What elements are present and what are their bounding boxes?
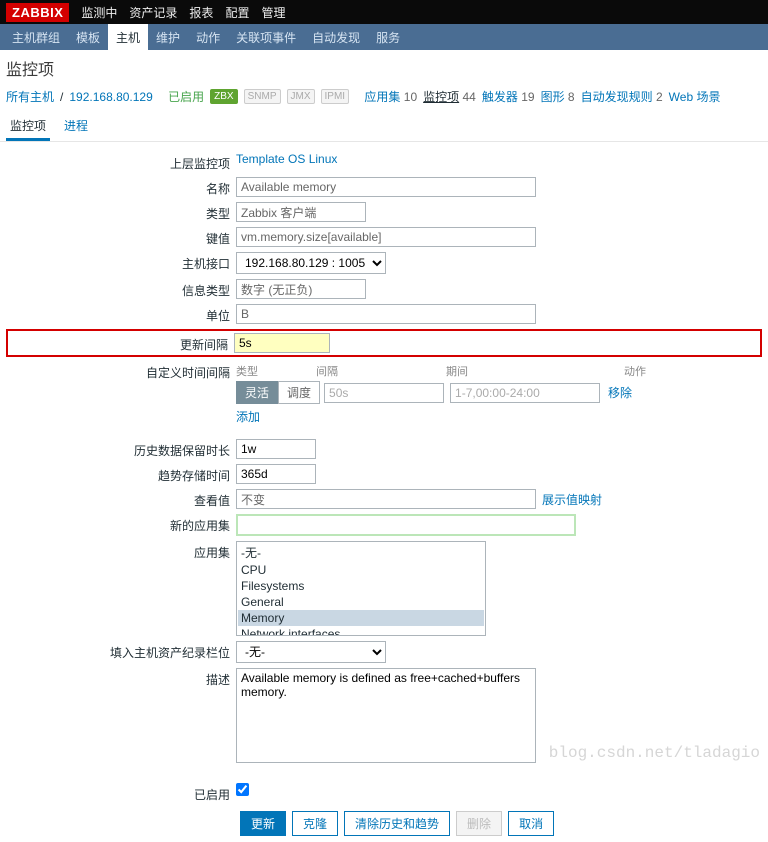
interval-input[interactable]: [234, 333, 330, 353]
list-item[interactable]: Network interfaces: [238, 626, 484, 636]
topmenu-item[interactable]: 配置: [225, 4, 249, 21]
new-application-input[interactable]: [236, 514, 576, 536]
update-button[interactable]: 更新: [240, 811, 286, 836]
clone-button[interactable]: 克隆: [292, 811, 338, 836]
link-discovery-rules[interactable]: 自动发现规则: [581, 90, 653, 104]
delete-button: 删除: [456, 811, 502, 836]
label-type: 类型: [6, 202, 236, 222]
update-interval-highlight: 更新间隔: [6, 329, 762, 357]
nav-maintenance[interactable]: 维护: [148, 24, 188, 51]
breadcrumb-all-hosts[interactable]: 所有主机: [6, 88, 54, 105]
topmenu-item[interactable]: 资产记录: [129, 4, 177, 21]
label-description: 描述: [6, 668, 236, 688]
list-item[interactable]: Memory: [238, 610, 484, 626]
history-input[interactable]: [236, 439, 316, 459]
breadcrumb: 所有主机 / 192.168.80.129 已启用 ZBXSNMPJMXIPMI…: [0, 82, 768, 111]
label-enabled: 已启用: [6, 783, 236, 803]
key-input[interactable]: [236, 227, 536, 247]
interface-select[interactable]: 192.168.80.129 : 10050: [236, 252, 386, 274]
nav-templates[interactable]: 模板: [68, 24, 108, 51]
page-title: 监控项: [0, 50, 768, 82]
nav-hosts[interactable]: 主机: [108, 24, 148, 51]
trend-input[interactable]: [236, 464, 316, 484]
list-item[interactable]: CPU: [238, 562, 484, 578]
enabled-checkbox[interactable]: [236, 783, 249, 796]
clear-history-button[interactable]: 清除历史和趋势: [344, 811, 450, 836]
topmenu-item[interactable]: 监测中: [81, 4, 117, 21]
label-interface: 主机接口: [6, 252, 236, 272]
list-item[interactable]: -无-: [238, 543, 484, 562]
topmenu-item[interactable]: 管理: [261, 4, 285, 21]
topmenu-item[interactable]: 报表: [189, 4, 213, 21]
value-mapping-link[interactable]: 展示值映射: [542, 491, 602, 508]
label-parent: 上层监控项: [6, 152, 236, 172]
list-item[interactable]: Filesystems: [238, 578, 484, 594]
cancel-button[interactable]: 取消: [508, 811, 554, 836]
label-inventory: 填入主机资产纪录栏位: [6, 641, 236, 661]
label-trend: 趋势存储时间: [6, 464, 236, 484]
label-infotype: 信息类型: [6, 279, 236, 299]
tab-item[interactable]: 监控项: [6, 111, 50, 141]
badge-snmp: SNMP: [244, 89, 281, 104]
breadcrumb-host[interactable]: 192.168.80.129: [69, 90, 152, 104]
badge-ipmi: IPMI: [321, 89, 350, 104]
link-web[interactable]: Web 场景: [669, 90, 721, 104]
infotype-select[interactable]: [236, 279, 366, 299]
parent-template-link[interactable]: Template OS Linux: [236, 152, 337, 166]
inventory-select[interactable]: -无-: [236, 641, 386, 663]
add-interval-link[interactable]: 添加: [236, 410, 260, 424]
label-interval: 更新间隔: [8, 333, 234, 353]
link-graphs[interactable]: 图形: [541, 90, 565, 104]
badge-jmx: JMX: [287, 89, 315, 104]
unit-input[interactable]: [236, 304, 536, 324]
tab-process[interactable]: 进程: [60, 111, 92, 141]
label-history: 历史数据保留时长: [6, 439, 236, 459]
label-new-app: 新的应用集: [6, 514, 236, 534]
label-show-value: 查看值: [6, 489, 236, 509]
label-custom-interval: 自定义时间间隔: [6, 361, 236, 381]
zabbix-logo: ZABBIX: [6, 3, 69, 22]
applications-listbox[interactable]: -无- CPU Filesystems General Memory Netwo…: [236, 541, 486, 636]
nav-actions[interactable]: 动作: [188, 24, 228, 51]
list-item[interactable]: General: [238, 594, 484, 610]
link-items[interactable]: 监控项: [423, 90, 459, 104]
name-input[interactable]: [236, 177, 536, 197]
label-name: 名称: [6, 177, 236, 197]
badge-zbx: ZBX: [210, 89, 237, 104]
nav-correlation[interactable]: 关联项事件: [228, 24, 304, 51]
label-unit: 单位: [6, 304, 236, 324]
description-textarea[interactable]: Available memory is defined as free+cach…: [236, 668, 536, 763]
custom-interval-input[interactable]: [324, 383, 444, 403]
label-apps: 应用集: [6, 541, 236, 561]
remove-interval-link[interactable]: 移除: [608, 384, 632, 401]
interval-type-toggle[interactable]: 灵活调度: [236, 381, 320, 404]
show-value-select[interactable]: [236, 489, 536, 509]
status-enabled: 已启用: [168, 88, 204, 105]
custom-period-input[interactable]: [450, 383, 600, 403]
nav-hostgroups[interactable]: 主机群组: [4, 24, 68, 51]
label-key: 键值: [6, 227, 236, 247]
type-select[interactable]: [236, 202, 366, 222]
link-applications[interactable]: 应用集: [364, 90, 400, 104]
nav-discovery[interactable]: 自动发现: [304, 24, 368, 51]
nav-services[interactable]: 服务: [368, 24, 408, 51]
link-triggers[interactable]: 触发器: [482, 90, 518, 104]
